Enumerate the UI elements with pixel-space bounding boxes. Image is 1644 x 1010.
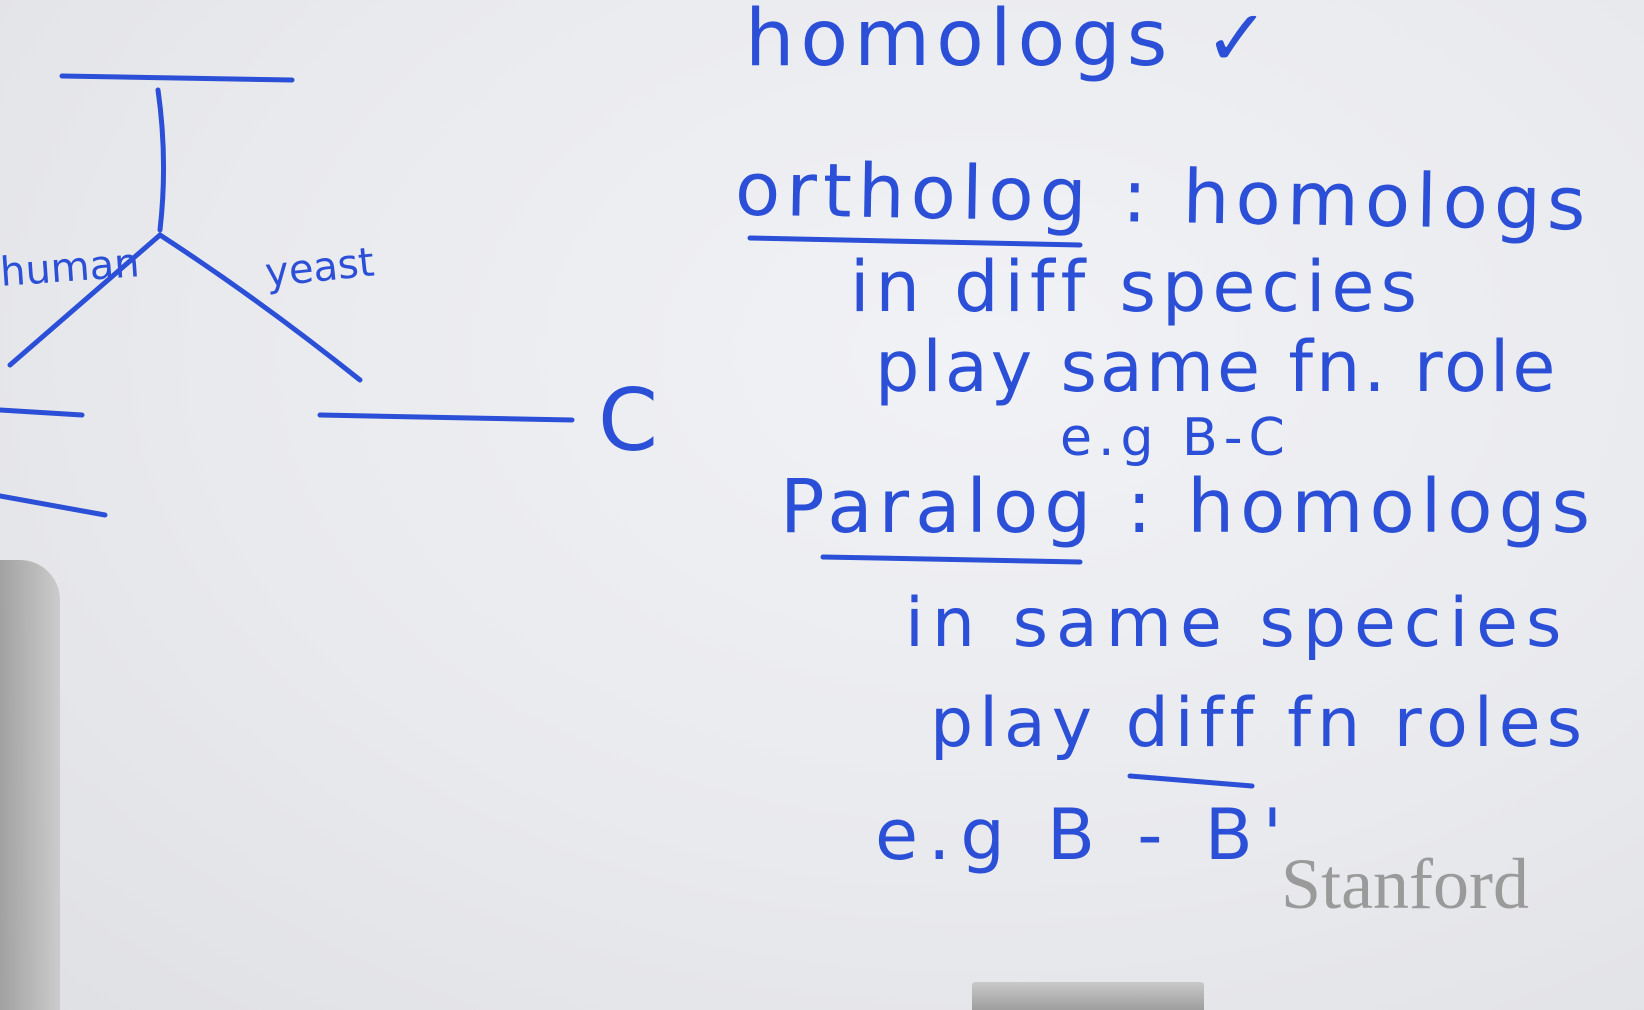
note-eg-bc: e.g B-C: [1060, 408, 1291, 468]
diff-underline: [1127, 773, 1255, 789]
note-same-role: play same fn. role: [875, 326, 1559, 408]
note-ortholog: ortholog : homologs: [734, 146, 1593, 248]
leaf-line-left-1: [0, 407, 85, 418]
marker-tray: [972, 982, 1204, 1010]
tree-trunk: [155, 87, 167, 233]
leaf-line-left-2: [0, 493, 108, 518]
stanford-watermark: Stanford: [1281, 844, 1529, 924]
paralog-underline: [820, 554, 1083, 565]
label-human: human: [0, 240, 141, 296]
ortholog-underline: [747, 235, 1083, 248]
leaf-line-right: [317, 412, 575, 423]
note-diff-roles: play diff fn roles: [930, 684, 1589, 763]
label-c: C: [598, 371, 665, 471]
tree-top-line: [59, 73, 295, 83]
note-homologs: homologs ✓: [745, 0, 1276, 84]
note-same-species: in same species: [905, 584, 1570, 663]
presenter-hand: [0, 560, 60, 1010]
note-diff-species: in diff species: [850, 246, 1423, 328]
note-eg-bb: e.g B - B': [875, 794, 1293, 876]
note-paralog: Paralog : homologs: [780, 464, 1597, 550]
label-yeast: yeast: [262, 239, 377, 297]
